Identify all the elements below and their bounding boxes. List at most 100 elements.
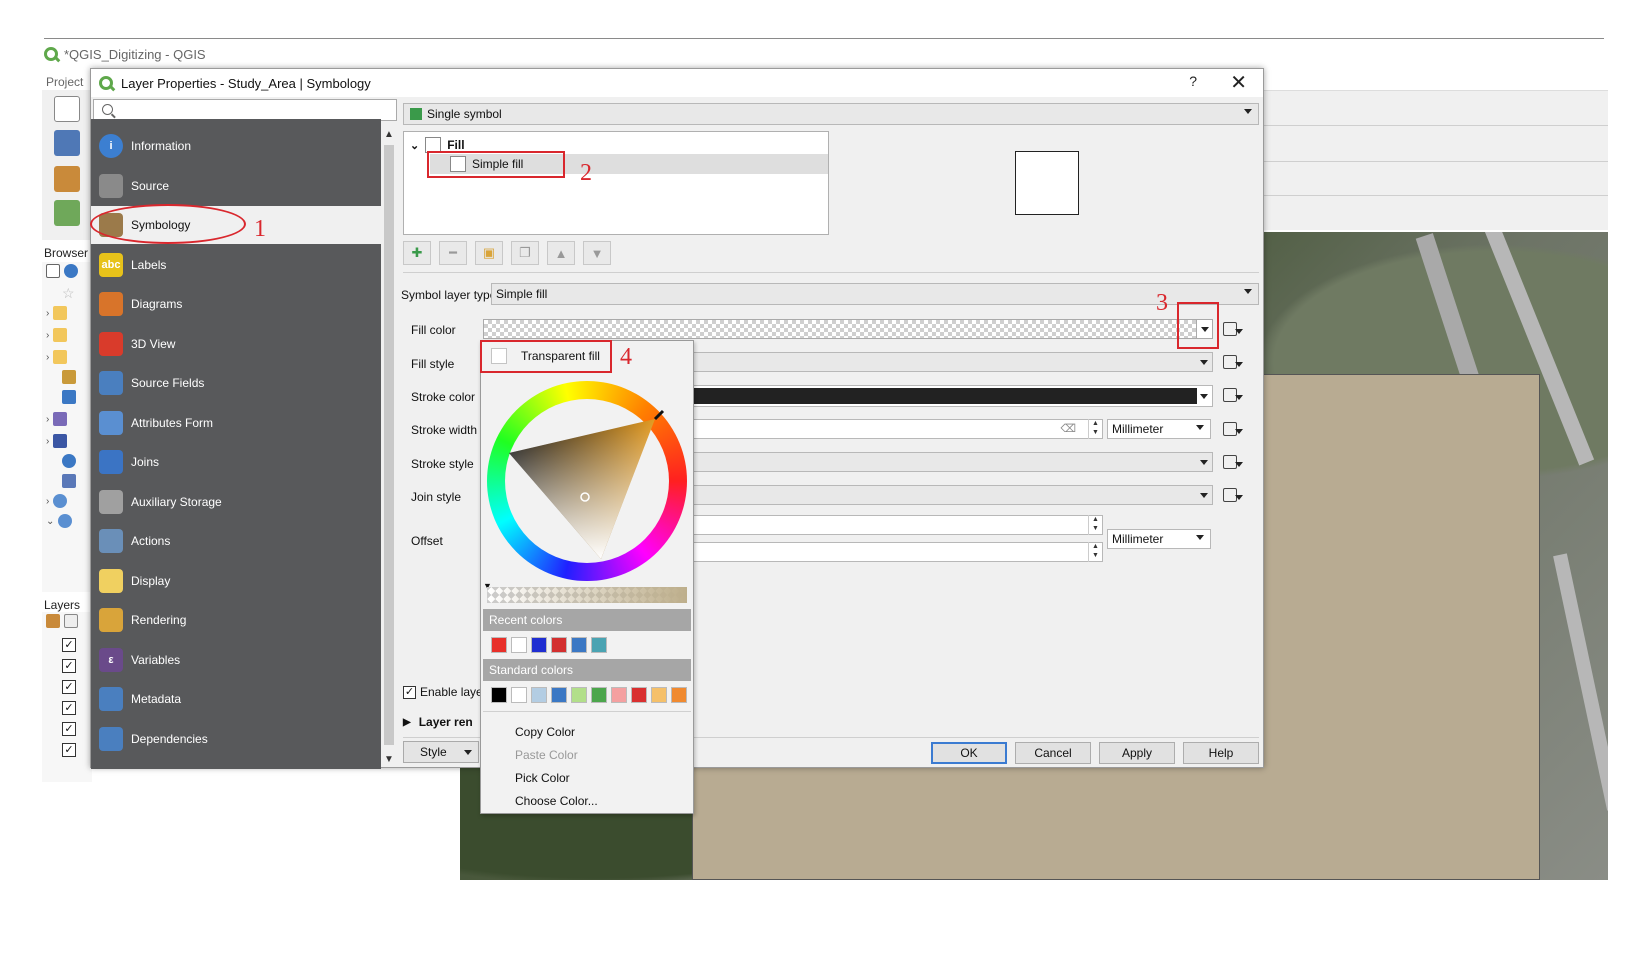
offset-y-spinner[interactable]: ▲ ▼ bbox=[1088, 542, 1102, 562]
digitize-icon[interactable] bbox=[54, 200, 80, 226]
nav-item-source[interactable]: Source bbox=[91, 167, 381, 205]
browser-xyz-row[interactable]: ⌄ bbox=[46, 512, 73, 530]
standard-color-swatch[interactable] bbox=[611, 687, 627, 703]
add-group-icon[interactable] bbox=[64, 614, 78, 628]
oracle-icon[interactable] bbox=[62, 452, 76, 470]
nav-item-rendering[interactable]: Rendering bbox=[91, 601, 381, 639]
apply-button[interactable]: Apply bbox=[1099, 742, 1175, 764]
choose-color-menu-item[interactable]: Choose Color... bbox=[515, 794, 598, 808]
data-defined-override-icon[interactable] bbox=[1221, 452, 1243, 472]
add-layer-icon[interactable]: ✚ bbox=[403, 241, 431, 265]
favorites-star-icon[interactable]: ☆ bbox=[62, 284, 75, 302]
cancel-button[interactable]: Cancel bbox=[1015, 742, 1091, 764]
move-down-icon[interactable]: ▼ bbox=[583, 241, 611, 265]
layer-visibility-checkbox[interactable]: ✓ bbox=[62, 701, 76, 715]
copy-color-menu-item[interactable]: Copy Color bbox=[515, 725, 575, 739]
standard-color-swatch[interactable] bbox=[491, 687, 507, 703]
geopackage-icon[interactable] bbox=[62, 368, 76, 386]
offset-unit-select[interactable]: Millimeter bbox=[1107, 529, 1211, 549]
scroll-up-icon[interactable]: ▲ bbox=[384, 129, 394, 140]
recent-color-swatch[interactable] bbox=[571, 637, 587, 653]
nav-item-auxiliary-storage[interactable]: Auxiliary Storage bbox=[91, 483, 381, 521]
renderer-type-select[interactable]: Single symbol bbox=[403, 103, 1259, 125]
recent-color-swatch[interactable] bbox=[491, 637, 507, 653]
duplicate-icon[interactable]: ❐ bbox=[511, 241, 539, 265]
nav-item-attributes-form[interactable]: Attributes Form bbox=[91, 404, 381, 442]
symbol-layer-type-select[interactable]: Simple fill bbox=[491, 283, 1259, 305]
spatialite-icon[interactable] bbox=[62, 388, 76, 406]
nav-item-actions[interactable]: Actions bbox=[91, 522, 381, 560]
nav-item-diagrams[interactable]: Diagrams bbox=[91, 285, 381, 323]
nav-item-joins[interactable]: Joins bbox=[91, 443, 381, 481]
recent-color-swatch[interactable] bbox=[511, 637, 527, 653]
paste-color-menu-item[interactable]: Paste Color bbox=[515, 748, 578, 762]
nav-item-dependencies[interactable]: Dependencies bbox=[91, 720, 381, 758]
stroke-width-unit-select[interactable]: Millimeter bbox=[1107, 419, 1211, 439]
clear-icon[interactable]: ⌫ bbox=[1060, 422, 1076, 435]
move-up-icon[interactable]: ▲ bbox=[547, 241, 575, 265]
layer-visibility-checkbox[interactable]: ✓ bbox=[62, 722, 76, 736]
layer-icon[interactable] bbox=[54, 130, 80, 156]
layer-visibility-checkbox[interactable]: ✓ bbox=[62, 680, 76, 694]
layer-visibility-checkbox[interactable]: ✓ bbox=[62, 659, 76, 673]
nav-scrollbar[interactable]: ▲ ▼ bbox=[381, 127, 397, 767]
refresh-icon[interactable] bbox=[64, 264, 78, 278]
add-icon[interactable] bbox=[46, 264, 60, 278]
pick-color-menu-item[interactable]: Pick Color bbox=[515, 771, 570, 785]
data-defined-override-icon[interactable] bbox=[1221, 319, 1243, 339]
symbol-layer-tree[interactable]: ⌄ Fill Simple fill bbox=[403, 131, 829, 235]
lock-icon[interactable]: ▣ bbox=[475, 241, 503, 265]
browser-folder-row[interactable]: › bbox=[46, 348, 68, 366]
nav-item-variables[interactable]: ε Variables bbox=[91, 641, 381, 679]
menu-project[interactable]: Project bbox=[46, 75, 83, 89]
browser-folder-row[interactable]: › bbox=[46, 304, 68, 322]
opacity-slider[interactable] bbox=[487, 587, 687, 603]
layer-visibility-checkbox[interactable]: ✓ bbox=[62, 638, 76, 652]
chevron-down-icon[interactable]: ⌄ bbox=[410, 139, 419, 152]
remove-layer-icon[interactable]: ━ bbox=[439, 241, 467, 265]
color-wheel[interactable] bbox=[487, 381, 687, 581]
offset-x-spinner[interactable]: ▲ ▼ bbox=[1088, 515, 1102, 535]
enable-layer-checkbox[interactable]: ✓ Enable layer bbox=[403, 685, 487, 699]
offset-y-input[interactable]: ▲ ▼ bbox=[691, 542, 1103, 562]
recent-color-swatch[interactable] bbox=[551, 637, 567, 653]
offset-x-input[interactable]: ▲ ▼ bbox=[691, 515, 1103, 535]
standard-color-swatch[interactable] bbox=[631, 687, 647, 703]
standard-color-swatch[interactable] bbox=[531, 687, 547, 703]
browser-wms-row[interactable]: › bbox=[46, 492, 68, 510]
stroke-width-spinner[interactable]: ▲ ▼ bbox=[1088, 419, 1102, 439]
style-button[interactable]: Style bbox=[403, 741, 479, 763]
color-triangle[interactable] bbox=[505, 399, 669, 563]
join-style-select[interactable] bbox=[691, 485, 1213, 505]
close-icon[interactable]: ✕ bbox=[1230, 70, 1247, 95]
standard-color-swatch[interactable] bbox=[591, 687, 607, 703]
nav-item-information[interactable]: i Information bbox=[91, 127, 381, 165]
standard-color-swatch[interactable] bbox=[671, 687, 687, 703]
layer-rendering-section[interactable]: ▶ Layer ren bbox=[403, 715, 473, 729]
stroke-style-select[interactable] bbox=[691, 452, 1213, 472]
nav-item-metadata[interactable]: Metadata bbox=[91, 680, 381, 718]
new-project-icon[interactable] bbox=[54, 96, 80, 122]
recent-color-swatch[interactable] bbox=[591, 637, 607, 653]
nav-item-display[interactable]: Display bbox=[91, 562, 381, 600]
edit-pencil-icon[interactable] bbox=[54, 166, 80, 192]
help-dialog-button[interactable]: Help bbox=[1183, 742, 1259, 764]
scroll-thumb[interactable] bbox=[384, 145, 394, 745]
fill-style-select[interactable] bbox=[691, 352, 1213, 372]
search-input[interactable] bbox=[93, 99, 397, 121]
stroke-width-input[interactable]: ⌫ ▲ ▼ bbox=[691, 419, 1103, 439]
browser-db-row[interactable]: › bbox=[46, 432, 68, 450]
data-defined-override-icon[interactable] bbox=[1221, 419, 1243, 439]
recent-color-swatch[interactable] bbox=[531, 637, 547, 653]
standard-color-swatch[interactable] bbox=[571, 687, 587, 703]
standard-color-swatch[interactable] bbox=[511, 687, 527, 703]
ok-button[interactable]: OK bbox=[931, 742, 1007, 764]
standard-color-swatch[interactable] bbox=[551, 687, 567, 703]
layer-visibility-checkbox[interactable]: ✓ bbox=[62, 743, 76, 757]
style-brush-icon[interactable] bbox=[46, 614, 60, 628]
browser-db-row[interactable]: › bbox=[46, 410, 68, 428]
data-defined-override-icon[interactable] bbox=[1221, 352, 1243, 372]
standard-color-swatch[interactable] bbox=[651, 687, 667, 703]
browser-folder-row[interactable]: › bbox=[46, 326, 68, 344]
data-defined-override-icon[interactable] bbox=[1221, 485, 1243, 505]
